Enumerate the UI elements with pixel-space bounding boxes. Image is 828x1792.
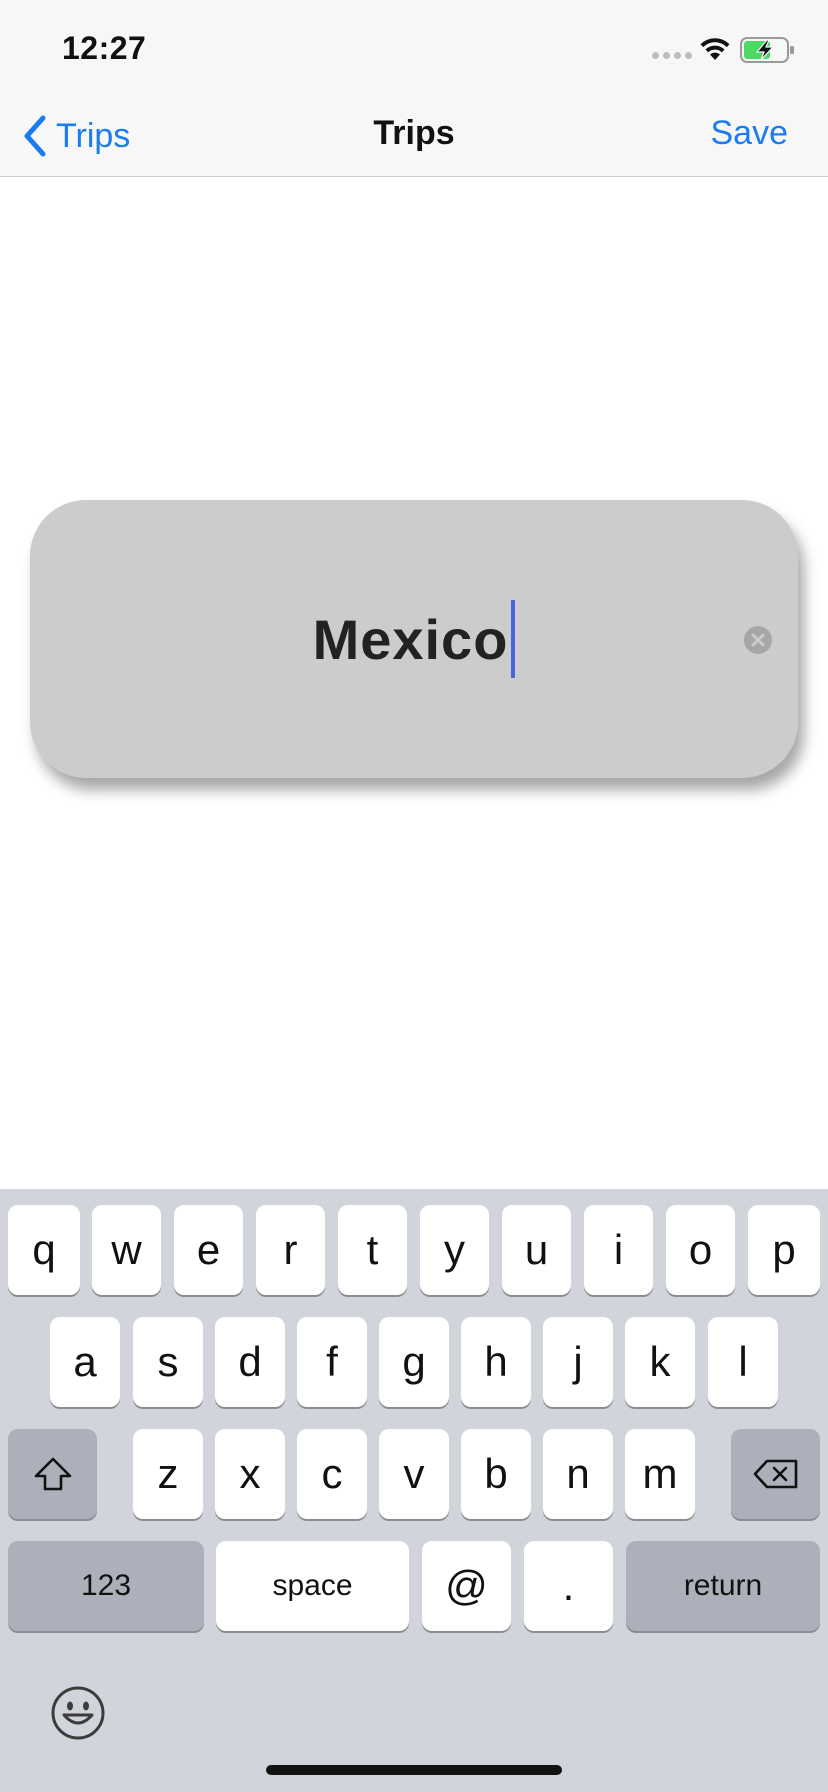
period-key[interactable]: .: [524, 1541, 613, 1631]
cellular-signal-icon: [652, 52, 692, 59]
key-s[interactable]: s: [133, 1317, 203, 1407]
key-q[interactable]: q: [8, 1205, 80, 1295]
key-v[interactable]: v: [379, 1429, 449, 1519]
status-time: 12:27: [62, 30, 147, 66]
key-u[interactable]: u: [502, 1205, 571, 1295]
key-l[interactable]: l: [708, 1317, 778, 1407]
text-cursor: [511, 600, 516, 678]
key-k[interactable]: k: [625, 1317, 695, 1407]
return-key[interactable]: return: [626, 1541, 820, 1631]
home-indicator[interactable]: [266, 1765, 562, 1775]
keyboard: q w e r t y u i o p a s d f g h j k l z …: [0, 1189, 828, 1792]
clear-text-button[interactable]: [744, 626, 772, 654]
clear-circle-x-icon: [751, 633, 765, 647]
key-t[interactable]: t: [338, 1205, 407, 1295]
numbers-key[interactable]: 123: [8, 1541, 204, 1631]
shift-key[interactable]: [8, 1429, 97, 1519]
trip-name-input[interactable]: Mexico: [30, 600, 798, 678]
key-r[interactable]: r: [256, 1205, 325, 1295]
key-n[interactable]: n: [543, 1429, 613, 1519]
key-a[interactable]: a: [50, 1317, 120, 1407]
page-title: Trips: [373, 114, 455, 152]
key-d[interactable]: d: [215, 1317, 285, 1407]
shift-arrow-icon: [34, 1457, 71, 1491]
delete-key[interactable]: [731, 1429, 820, 1519]
backspace-icon: [753, 1459, 797, 1489]
key-o[interactable]: o: [666, 1205, 735, 1295]
key-w[interactable]: w: [92, 1205, 161, 1295]
key-c[interactable]: c: [297, 1429, 367, 1519]
key-i[interactable]: i: [584, 1205, 653, 1295]
save-button[interactable]: Save: [711, 114, 789, 153]
key-e[interactable]: e: [174, 1205, 243, 1295]
key-f[interactable]: f: [297, 1317, 367, 1407]
key-z[interactable]: z: [133, 1429, 203, 1519]
trip-name-value: Mexico: [312, 607, 509, 671]
space-key[interactable]: space: [216, 1541, 409, 1631]
key-h[interactable]: h: [461, 1317, 531, 1407]
key-g[interactable]: g: [379, 1317, 449, 1407]
key-m[interactable]: m: [625, 1429, 695, 1519]
key-j[interactable]: j: [543, 1317, 613, 1407]
key-b[interactable]: b: [461, 1429, 531, 1519]
wifi-icon: [700, 38, 730, 60]
emoji-face-icon[interactable]: [50, 1685, 106, 1741]
battery-charging-icon: [740, 37, 794, 63]
content-area: Mexico: [0, 177, 828, 1189]
key-y[interactable]: y: [420, 1205, 489, 1295]
trip-name-field[interactable]: Mexico: [30, 500, 798, 778]
status-bar: 12:27: [0, 0, 828, 100]
at-key[interactable]: @: [422, 1541, 511, 1631]
key-x[interactable]: x: [215, 1429, 285, 1519]
navigation-bar: Trips Trips Save: [0, 100, 828, 177]
key-p[interactable]: p: [748, 1205, 820, 1295]
